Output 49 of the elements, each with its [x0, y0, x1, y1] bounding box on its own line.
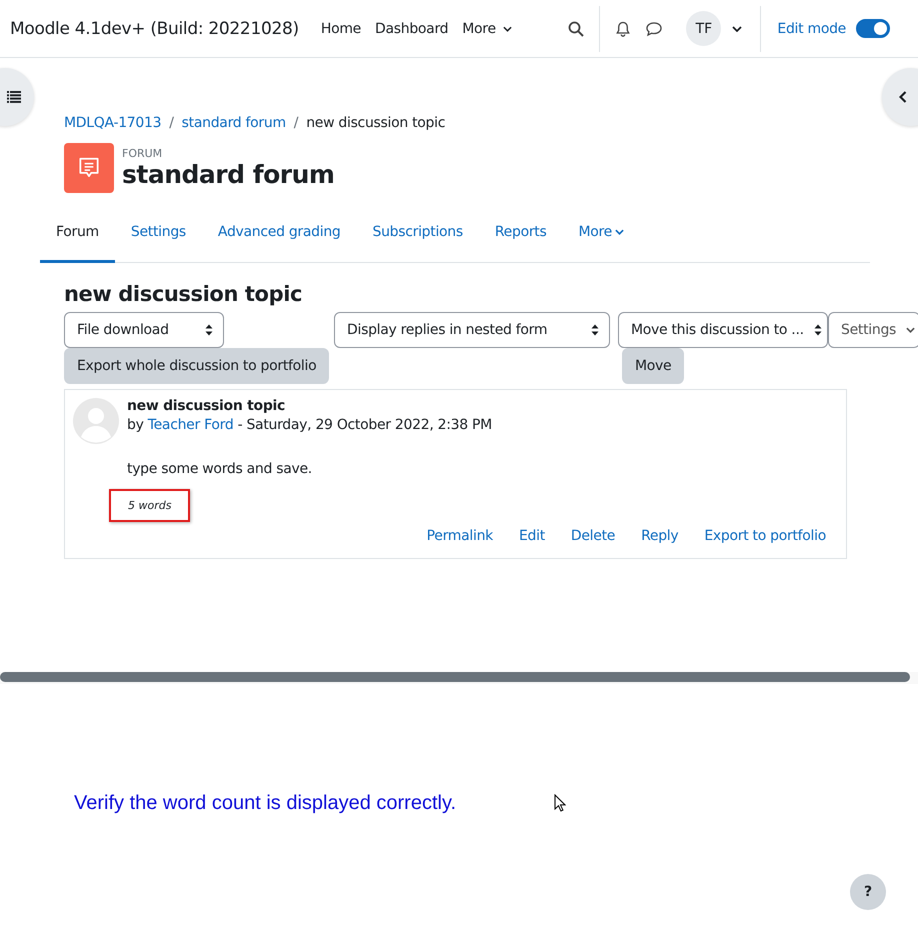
instruction-text: Verify the word count is displayed correctly. — [74, 792, 456, 815]
nav-link[interactable]: More — [462, 20, 512, 36]
dropdown-select[interactable]: Display replies in nested form — [334, 312, 610, 348]
tab[interactable]: Subscriptions — [356, 213, 479, 263]
breadcrumb-separator: / — [169, 115, 174, 131]
bell-icon[interactable] — [615, 20, 632, 36]
chat-bubble-icon[interactable] — [645, 20, 664, 36]
author-link[interactable]: Teacher Ford — [148, 417, 234, 433]
nav-link[interactable]: Home — [320, 20, 361, 36]
list-icon — [7, 91, 21, 103]
site-name: Moodle 4.1dev+ (Build: 20221028) — [10, 18, 299, 38]
edit-mode-label: Edit mode — [777, 20, 846, 36]
tab[interactable]: More — [562, 213, 640, 263]
breadcrumb-separator: / — [294, 115, 298, 131]
secondary-button[interactable]: Export whole discussion to portfolio — [64, 348, 330, 384]
post-action-link[interactable]: Permalink — [426, 528, 493, 544]
search-icon[interactable] — [568, 20, 584, 36]
nav-link[interactable]: Dashboard — [375, 20, 448, 36]
help-button[interactable]: ? — [850, 874, 886, 910]
scrollbar-thumb[interactable] — [0, 672, 910, 682]
breadcrumb-current: new discussion topic — [306, 115, 446, 131]
secondary-button[interactable]: Move — [622, 348, 684, 384]
breadcrumb-link[interactable]: MDLQA-17013 — [64, 115, 162, 131]
edit-mode-toggle[interactable] — [856, 19, 890, 38]
word-count: 5 words — [109, 489, 190, 522]
breadcrumb-link[interactable]: standard forum — [182, 115, 286, 131]
discussion-title: new discussion topic — [64, 282, 304, 306]
activity-type-label: FORUM — [122, 146, 164, 160]
post-action-link[interactable]: Edit — [518, 528, 545, 544]
user-avatar[interactable]: TF — [686, 11, 722, 46]
post-subject: new discussion topic — [127, 398, 286, 414]
tab[interactable]: Reports — [478, 213, 562, 263]
caret-icon[interactable] — [732, 26, 742, 32]
dropdown-select[interactable]: File download — [64, 312, 224, 348]
dropdown-select[interactable]: Settings — [828, 312, 918, 348]
dropdown-select[interactable]: Move this discussion to ... — [618, 312, 828, 348]
post-action-link[interactable]: Reply — [641, 528, 678, 544]
page-title: standard forum — [122, 160, 334, 190]
post-action-link[interactable]: Delete — [570, 528, 616, 544]
mouse-cursor-icon — [554, 794, 566, 812]
tab[interactable]: Advanced grading — [202, 213, 356, 263]
post-date: - Saturday, 29 October 2022, 2:38 PM — [238, 417, 492, 433]
post-action-link[interactable]: Export to portfolio — [704, 528, 826, 544]
chevron-left-icon — [899, 91, 907, 103]
tab[interactable]: Settings — [114, 213, 202, 263]
tab[interactable]: Forum — [40, 213, 115, 263]
byline-prefix: by — [127, 417, 144, 433]
forum-icon — [64, 143, 114, 193]
post-message: type some words and save. — [127, 461, 313, 477]
